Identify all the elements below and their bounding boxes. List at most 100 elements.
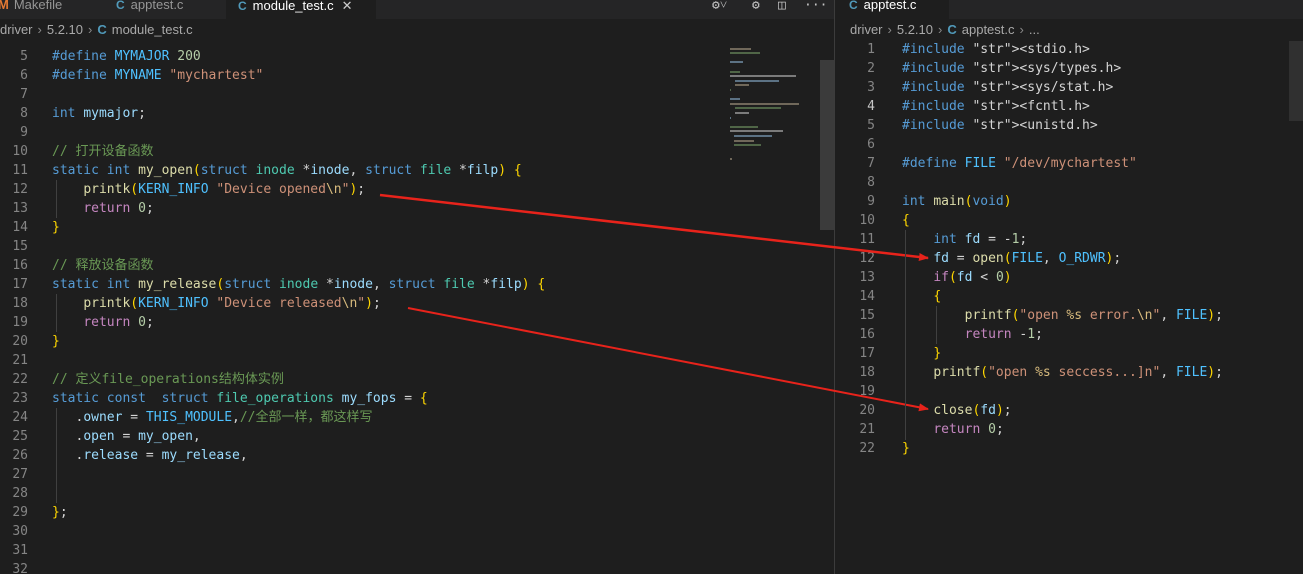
code-line[interactable]: 10 // 打开设备函数: [0, 142, 820, 161]
code-line[interactable]: 26 .release = my_release,: [0, 446, 820, 465]
code-line[interactable]: 1 #include "str"><stdio.h>: [835, 41, 1289, 59]
code-line[interactable]: 27: [0, 465, 820, 484]
code-line[interactable]: 7: [0, 85, 820, 104]
tab-apptest[interactable]: Capptest.c: [110, 0, 226, 19]
code-line[interactable]: 21: [0, 351, 820, 370]
code-line[interactable]: 24 .owner = THIS_MODULE,//全部一样，都这样写: [0, 408, 820, 427]
minimap[interactable]: [726, 41, 820, 201]
code-line[interactable]: 8 int mymajor;: [0, 104, 820, 123]
code-line[interactable]: 17 static int my_release(struct inode *in…: [0, 275, 820, 294]
line-number: 21: [859, 422, 875, 437]
code-text: printk(KERN_INFO "Device released\n");: [83, 296, 381, 311]
code-line[interactable]: 16 return -1;: [835, 325, 1289, 344]
code-line[interactable]: 11 int fd = -1;: [835, 230, 1289, 249]
more-actions-icon[interactable]: ···: [804, 0, 827, 12]
code-line[interactable]: 15 printf("open %s error.\n", FILE);: [835, 306, 1289, 325]
tab-makefile[interactable]: M Makefile: [0, 0, 108, 19]
code-line[interactable]: 19 return 0;: [0, 313, 820, 332]
code-line[interactable]: 17 }: [835, 344, 1289, 363]
code-line[interactable]: 3 #include "str"><sys/stat.h>: [835, 78, 1289, 97]
breadcrumb-item[interactable]: 5.2.10: [47, 22, 83, 37]
split-editor-icon[interactable]: ◫: [778, 0, 786, 12]
code-line[interactable]: 18 printf("open %s seccess...]n", FILE);: [835, 363, 1289, 382]
line-number: 25: [12, 429, 28, 444]
line-number: 9: [867, 194, 875, 209]
line-number: 16: [859, 327, 875, 342]
code-line[interactable]: 30: [0, 522, 820, 541]
code-line[interactable]: 31: [0, 541, 820, 560]
settings-sync-icon[interactable]: ⚙˅: [712, 0, 727, 12]
tab-module-test[interactable]: Cmodule_test.c ✕: [226, 0, 376, 19]
code-text: // 定义file_operations结构体实例: [52, 372, 284, 387]
code-line[interactable]: 9 int main(void): [835, 192, 1289, 211]
minimap-line: [730, 89, 732, 91]
line-number: 6: [867, 137, 875, 152]
code-line[interactable]: 20}: [0, 332, 820, 351]
minimap-line: [730, 102, 800, 105]
code-line[interactable]: 29};: [0, 503, 820, 522]
code-line[interactable]: 20 close(fd);: [835, 401, 1289, 420]
code-line[interactable]: 14}: [0, 218, 820, 237]
code-line[interactable]: 15: [0, 237, 820, 256]
line-number: 10: [859, 213, 875, 228]
code-line[interactable]: 5 #define MYMAJOR 200: [0, 47, 820, 66]
close-icon[interactable]: ✕: [342, 0, 353, 13]
code-text: int fd = -1;: [933, 232, 1028, 247]
breadcrumb-item[interactable]: driver: [850, 22, 883, 37]
gear-icon[interactable]: ⚙: [752, 0, 760, 12]
code-text: #define MYNAME "mychartest": [52, 68, 264, 83]
code-line[interactable]: 8: [835, 173, 1289, 192]
code-text: return 0;: [83, 315, 154, 330]
code-line[interactable]: 23 static const struct file_operations my…: [0, 389, 820, 408]
code-line[interactable]: 21 return 0;: [835, 420, 1289, 439]
left-tab-bar: M Makefile Capptest.c Cmodule_test.c ✕ ⚙˅ …: [0, 0, 834, 19]
makefile-icon: M: [0, 0, 9, 12]
code-line[interactable]: 6 #define MYNAME "mychartest": [0, 66, 820, 85]
code-editor-module-test[interactable]: 45#define MYMAJOR 2006#define MYNAME "my…: [0, 41, 820, 574]
line-number: 20: [12, 334, 28, 349]
code-line[interactable]: 2 #include "str"><sys/types.h>: [835, 59, 1289, 78]
code-line[interactable]: 22 // 定义file_operations结构体实例: [0, 370, 820, 389]
line-number: 23: [12, 391, 28, 406]
breadcrumb-item[interactable]: 5.2.10: [897, 22, 933, 37]
code-line[interactable]: 7 #define FILE "/dev/mychartest": [835, 154, 1289, 173]
code-line[interactable]: 28: [0, 484, 820, 503]
breadcrumb-item[interactable]: driver: [0, 22, 33, 37]
vertical-scrollbar[interactable]: [820, 60, 834, 230]
breadcrumb-item[interactable]: ...: [1029, 22, 1040, 37]
code-line[interactable]: 14 {: [835, 287, 1289, 306]
code-editor-apptest[interactable]: 1 #include "str"><stdio.h> 2 #include "str"…: [835, 41, 1289, 574]
code-line[interactable]: 4 #include "str"><fcntl.h>: [835, 97, 1289, 116]
minimap-line: [730, 98, 740, 101]
code-text: int mymajor;: [52, 106, 146, 121]
vertical-scrollbar[interactable]: [1289, 41, 1303, 121]
breadcrumb-item[interactable]: apptest.c: [962, 22, 1015, 37]
code-line[interactable]: 12 printk(KERN_INFO "Device opened\n");: [0, 180, 820, 199]
code-text: {: [933, 289, 942, 304]
code-line[interactable]: 22}: [835, 439, 1289, 458]
line-number: 6: [20, 68, 28, 83]
line-number: 15: [12, 239, 28, 254]
code-text: static int my_open(struct inode *inode, …: [52, 163, 522, 178]
breadcrumb: driver › 5.2.10 › Capptest.c ›...: [850, 19, 1290, 41]
c-file-icon: C: [947, 22, 957, 37]
code-line[interactable]: 16 // 释放设备函数: [0, 256, 820, 275]
tab-label: apptest.c: [863, 0, 917, 12]
code-line[interactable]: 5 #include "str"><unistd.h>: [835, 116, 1289, 135]
code-line[interactable]: 25 .open = my_open,: [0, 427, 820, 446]
code-line[interactable]: 9: [0, 123, 820, 142]
code-line[interactable]: 13 if(fd < 0): [835, 268, 1289, 287]
minimap-line: [734, 79, 779, 82]
breadcrumb-item[interactable]: module_test.c: [112, 22, 193, 37]
line-number: 7: [20, 87, 28, 102]
tab-apptest-right[interactable]: Capptest.c: [835, 0, 949, 19]
line-number: 14: [12, 220, 28, 235]
code-line[interactable]: 19: [835, 382, 1289, 401]
code-line[interactable]: 32: [0, 560, 820, 574]
code-line[interactable]: 11 static int my_open(struct inode *inode…: [0, 161, 820, 180]
code-line[interactable]: 6: [835, 135, 1289, 154]
code-line[interactable]: 12 fd = open(FILE, O_RDWR);: [835, 249, 1289, 268]
code-line[interactable]: 13 return 0;: [0, 199, 820, 218]
code-line[interactable]: 18 printk(KERN_INFO "Device released\n")…: [0, 294, 820, 313]
code-line[interactable]: 10 {: [835, 211, 1289, 230]
